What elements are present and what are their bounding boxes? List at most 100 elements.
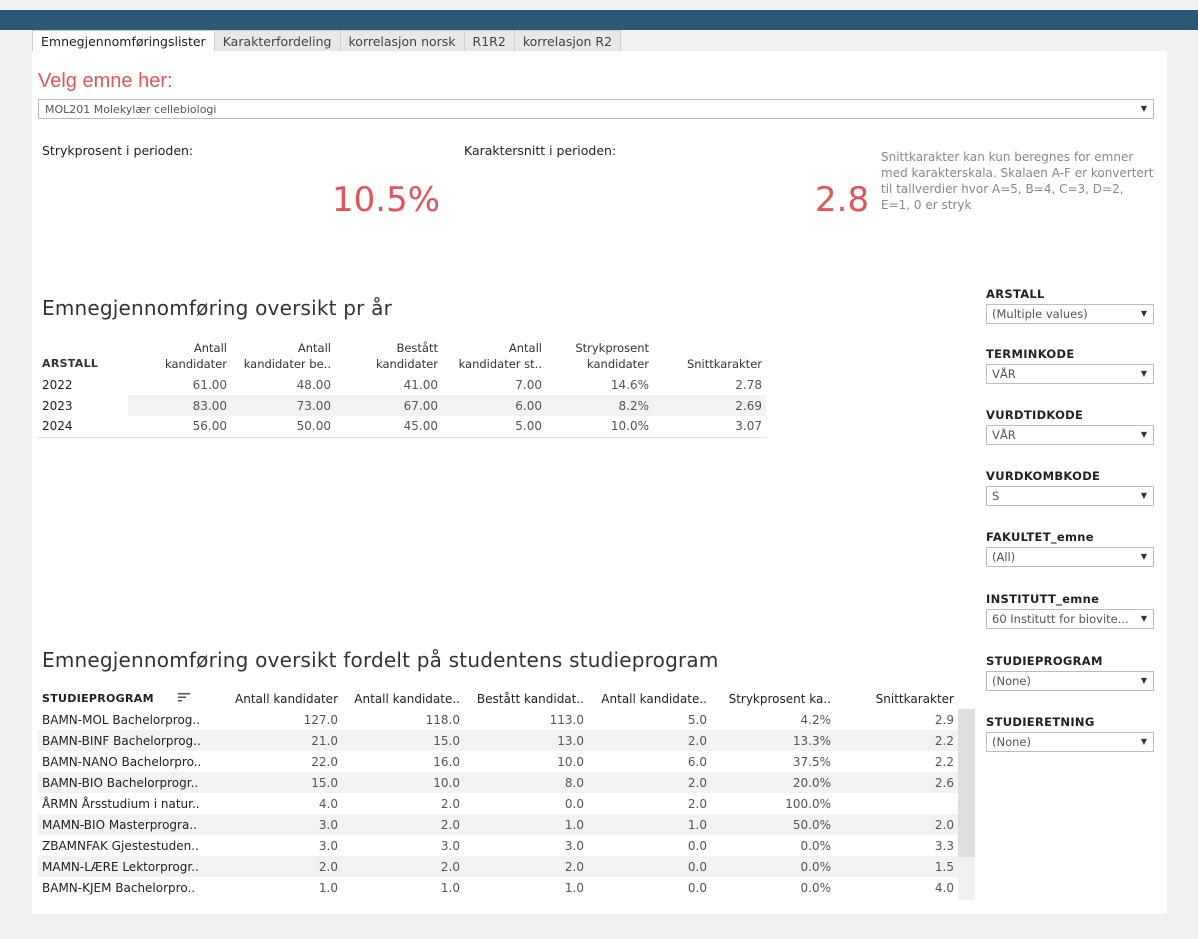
- program-table-viewport[interactable]: STUDIEPROGRAM Antall kandidater Antall k…: [38, 688, 975, 900]
- filter-label: STUDIERETNING: [986, 715, 1095, 729]
- column-header[interactable]: Bestått kandidater: [335, 340, 442, 374]
- column-header[interactable]: Antall kandidater st..: [442, 340, 546, 374]
- table-cell: 16.0: [433, 754, 460, 769]
- column-header[interactable]: Snittkarakter: [835, 688, 958, 709]
- table-cell: 3.07: [735, 419, 762, 434]
- table-cell: 0.0: [588, 856, 711, 877]
- table-row[interactable]: 2022 61.00 48.00 41.00 7.00 14.6% 2.78: [38, 374, 766, 395]
- column-header[interactable]: Antall kandidater: [224, 688, 342, 709]
- chevron-down-icon: ▼: [1140, 309, 1147, 318]
- filter-value: (Multiple values): [992, 307, 1088, 321]
- column-header[interactable]: Antall kandidate..: [342, 688, 464, 709]
- filter-dropdown[interactable]: (None) ▼: [986, 671, 1154, 691]
- table-cell: 83.00: [128, 395, 231, 416]
- table-cell: MAMN-LÆRE Lektorprogr..: [38, 856, 224, 877]
- program-table-scrollbar[interactable]: [958, 709, 975, 900]
- table-row[interactable]: MAMN-LÆRE Lektorprogr.. 2.0 2.0 2.0 0.0 …: [38, 856, 958, 877]
- column-header[interactable]: Antall kandidate..: [588, 688, 711, 709]
- table-row[interactable]: ZBAMNFAK Gjestestuden.. 3.0 3.0 3.0 0.0 …: [38, 835, 958, 856]
- column-header[interactable]: Antall kandidater be..: [231, 340, 335, 374]
- column-header[interactable]: Snittkarakter: [653, 340, 766, 374]
- filter-dropdown[interactable]: (All) ▼: [986, 547, 1154, 567]
- table-cell: 48.00: [296, 377, 331, 392]
- table-cell: 50.00: [296, 419, 331, 434]
- table-row[interactable]: BAMN-BINF Bachelorprog.. 21.0 15.0 13.0 …: [38, 730, 958, 751]
- table-cell: 15.0: [342, 730, 464, 751]
- table-cell: BAMN-BINF Bachelorprog..: [38, 730, 224, 751]
- table-cell: 2024: [42, 419, 73, 434]
- table-cell: 3.0: [440, 838, 460, 853]
- filter-arstall: ARSTALL (Multiple values) ▼: [986, 287, 1154, 324]
- scrollbar-thumb[interactable]: [958, 709, 975, 857]
- column-header[interactable]: Bestått kandidat..: [464, 688, 588, 709]
- tab-bar: Emnegjennomføringslister Karakterfordeli…: [32, 30, 622, 52]
- table-cell: BAMN-BIO Bachelorprogr..: [38, 772, 224, 793]
- tab-emnegjennomforingslister[interactable]: Emnegjennomføringslister: [32, 30, 215, 52]
- table-cell: 61.00: [192, 377, 227, 392]
- table-cell: 2023: [38, 395, 128, 416]
- sort-icon[interactable]: [177, 692, 190, 705]
- table-cell: 0.0: [687, 838, 707, 853]
- table-cell: 2.0: [835, 814, 958, 835]
- course-select-value: MOL201 Molekylær cellebiologi: [45, 103, 217, 116]
- column-header[interactable]: Strykprosent kandidater: [546, 340, 653, 374]
- table-row[interactable]: 2024 56.00 50.00 45.00 5.00 10.0% 3.07: [38, 416, 766, 437]
- table-row[interactable]: ÅRMN Årsstudium i natur.. 4.0 2.0 0.0 2.…: [38, 793, 958, 814]
- filter-label: STUDIEPROGRAM: [986, 654, 1103, 668]
- table-cell: 14.6%: [610, 377, 649, 392]
- table-cell: 45.00: [403, 419, 438, 434]
- filter-dropdown[interactable]: 60 Institutt for biovite... ▼: [986, 609, 1154, 629]
- tab-korrelasjon-norsk[interactable]: korrelasjon norsk: [340, 30, 465, 52]
- column-header[interactable]: STUDIEPROGRAM: [38, 688, 224, 709]
- table-row[interactable]: BAMN-KJEM Bachelorpro.. 1.0 1.0 1.0 0.0 …: [38, 877, 958, 898]
- table-cell: 1.0: [440, 880, 460, 895]
- grade-avg-label: Karaktersnitt i perioden:: [464, 143, 617, 158]
- table-cell: 15.0: [224, 772, 342, 793]
- filter-dropdown[interactable]: S ▼: [986, 486, 1154, 506]
- table-cell: 118.0: [425, 712, 460, 727]
- year-table-title: Emnegjennomføring oversikt pr år: [42, 296, 393, 320]
- filter-dropdown[interactable]: VÅR ▼: [986, 425, 1154, 445]
- table-cell: 1.0: [318, 880, 338, 895]
- column-header[interactable]: Strykprosent ka..: [711, 688, 835, 709]
- course-select[interactable]: MOL201 Molekylær cellebiologi ▼: [38, 99, 1154, 119]
- top-bar: [0, 10, 1198, 30]
- filter-dropdown[interactable]: VÅR ▼: [986, 364, 1154, 384]
- filter-value: VÅR: [992, 428, 1016, 442]
- column-header[interactable]: ARSTALL: [38, 340, 128, 374]
- table-cell: 8.2%: [546, 395, 653, 416]
- table-cell: 2.2: [934, 754, 954, 769]
- tab-karakterfordeling[interactable]: Karakterfordeling: [214, 30, 341, 52]
- table-cell: 3.0: [564, 838, 584, 853]
- filter-dropdown[interactable]: (Multiple values) ▼: [986, 304, 1154, 324]
- table-row[interactable]: BAMN-NANO Bachelorpro.. 22.0 16.0 10.0 6…: [38, 751, 958, 772]
- filter-value: VÅR: [992, 367, 1016, 381]
- table-cell: 113.0: [549, 712, 584, 727]
- table-cell: 2.0: [224, 856, 342, 877]
- filter-label: FAKULTET_emne: [986, 530, 1094, 544]
- table-cell: 50.0%: [711, 814, 835, 835]
- table-cell: BAMN-KJEM Bachelorpro..: [42, 880, 196, 895]
- table-cell: BAMN-NANO Bachelorpro..: [42, 754, 202, 769]
- grade-note: Snittkarakter kan kun beregnes for emner…: [881, 150, 1154, 212]
- table-row[interactable]: 2023 83.00 73.00 67.00 6.00 8.2% 2.69: [38, 395, 766, 416]
- tab-korrelasjon-r2[interactable]: korrelasjon R2: [514, 30, 622, 52]
- table-row[interactable]: MAMN-BIO Masterprogra.. 3.0 2.0 1.0 1.0 …: [38, 814, 958, 835]
- chevron-down-icon: ▼: [1140, 430, 1147, 439]
- table-cell: 10.0: [557, 754, 584, 769]
- tab-r1r2[interactable]: R1R2: [464, 30, 515, 52]
- table-cell: 2.0: [687, 796, 707, 811]
- table-cell: 3.0: [224, 814, 342, 835]
- table-cell: 8.0: [464, 772, 588, 793]
- column-header[interactable]: Antall kandidater: [128, 340, 231, 374]
- program-table-title: Emnegjennomføring oversikt fordelt på st…: [42, 648, 719, 672]
- table-row[interactable]: BAMN-BIO Bachelorprogr.. 15.0 10.0 8.0 2…: [38, 772, 958, 793]
- table-cell: 56.00: [192, 419, 227, 434]
- grade-avg-value: 2.8: [815, 180, 870, 220]
- select-heading: Velg emne her:: [38, 70, 173, 92]
- chevron-down-icon: ▼: [1140, 614, 1147, 623]
- filter-dropdown[interactable]: (None) ▼: [986, 732, 1154, 752]
- filter-value: (All): [992, 550, 1016, 564]
- table-row[interactable]: BAMN-MOL Bachelorprog.. 127.0 118.0 113.…: [38, 709, 958, 730]
- table-cell: 4.2%: [800, 712, 832, 727]
